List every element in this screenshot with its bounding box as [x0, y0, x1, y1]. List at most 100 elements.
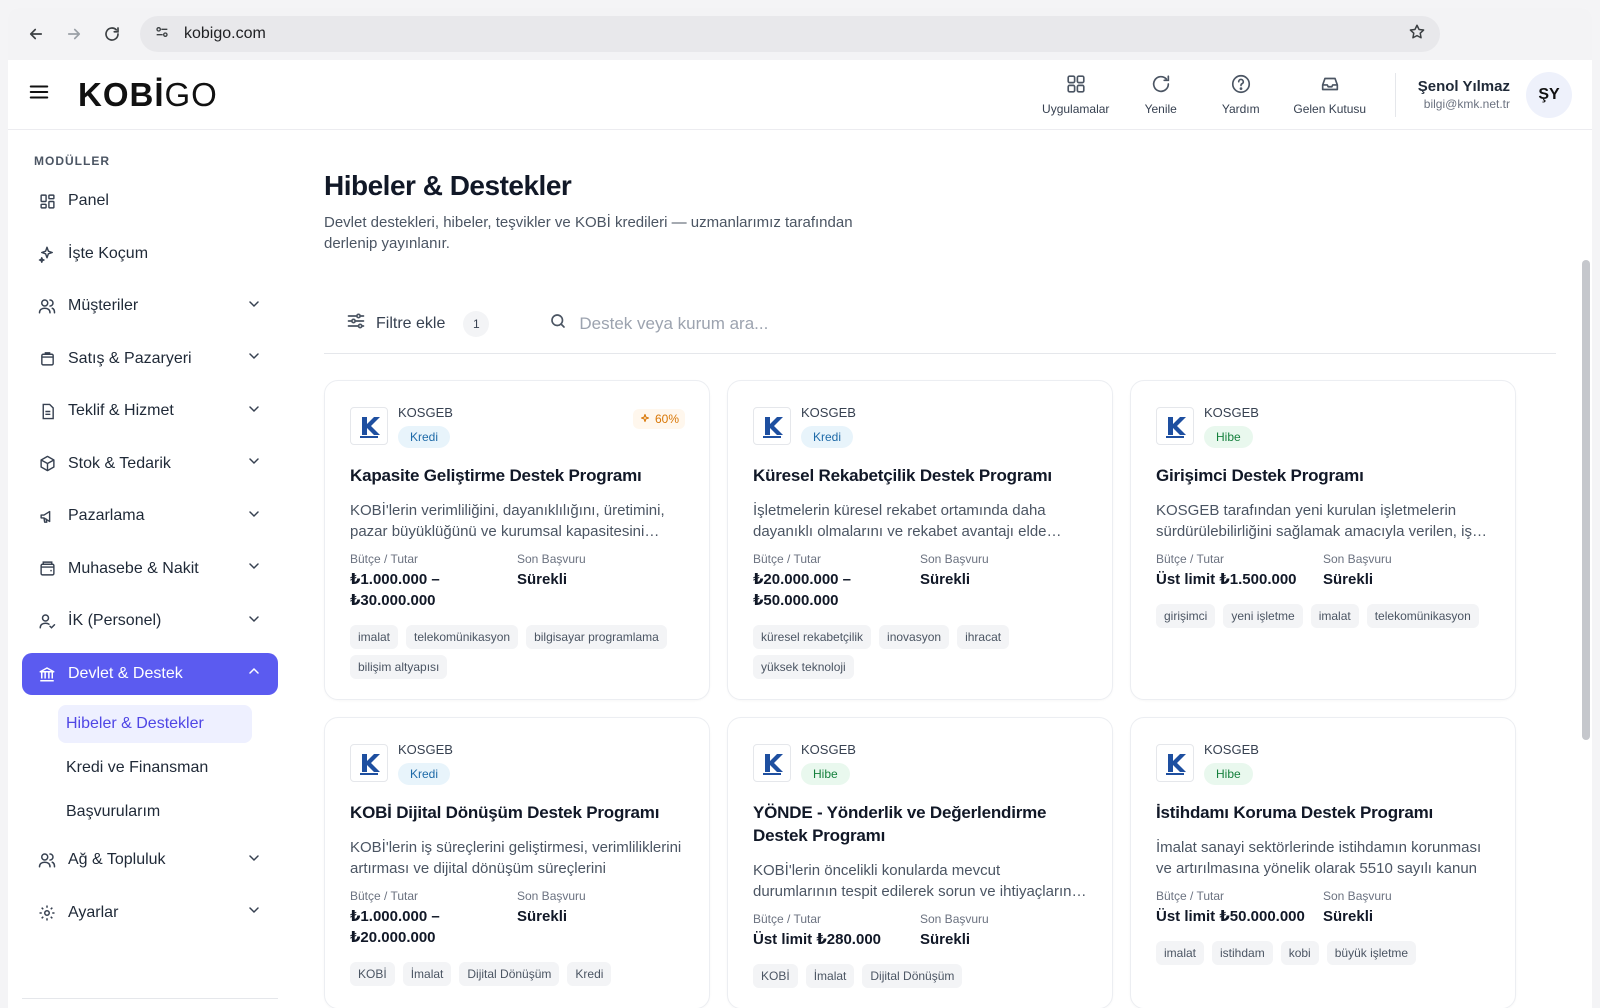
page-scrollbar[interactable] — [1580, 260, 1592, 740]
program-title[interactable]: YÖNDE - Yönderlik ve Değerlendirme Deste… — [753, 801, 1087, 847]
sidebar-item-settings[interactable]: Ayarlar — [22, 892, 278, 934]
reload-icon[interactable] — [96, 18, 128, 50]
tag[interactable]: imalat — [1310, 604, 1359, 628]
chevron-down-icon[interactable] — [246, 850, 262, 871]
program-card[interactable]: KOSGEB Kredi KOBİ Dijital Dönüşüm Destek… — [324, 717, 710, 1008]
program-title[interactable]: KOBİ Dijital Dönüşüm Destek Programı — [350, 801, 684, 824]
program-card[interactable]: KOSGEB Hibe YÖNDE - Yönderlik ve Değerle… — [727, 717, 1113, 1008]
chevron-down-icon[interactable] — [246, 348, 262, 369]
sidebar-item-customers[interactable]: Müşteriler — [22, 285, 278, 327]
tag[interactable]: girişimci — [1156, 604, 1216, 628]
add-filter-button[interactable]: Filtre ekle 1 — [324, 302, 511, 346]
sidebar-item-hr[interactable]: İK (Personel) — [22, 600, 278, 642]
kosgeb-logo-icon — [350, 407, 388, 445]
tag[interactable]: ihracat — [957, 625, 1010, 649]
search-input[interactable] — [579, 313, 1080, 334]
tag[interactable]: Dijital Dönüşüm — [459, 962, 560, 986]
sidebar-item-label: Muhasebe & Nakit — [68, 559, 199, 577]
search-box[interactable] — [535, 302, 1556, 346]
back-icon[interactable] — [20, 18, 52, 50]
sidebar-item-marketing[interactable]: Pazarlama — [22, 495, 278, 537]
tag[interactable]: bilişim altyapısı — [350, 655, 448, 679]
program-description: KOBİ'lerin verimliliğini, dayanıklılığın… — [350, 502, 665, 540]
kosgeb-logo-icon — [753, 407, 791, 445]
url-text[interactable]: kobigo.com — [184, 25, 1394, 43]
megaphone-icon — [38, 507, 56, 525]
tag[interactable]: inovasyon — [879, 625, 950, 649]
tag[interactable]: İmalat — [402, 962, 452, 986]
app-header: KOBİGO Uygulamalar Yenile Yardım Gelen K… — [8, 60, 1592, 130]
sidebar-subitem-grants[interactable]: Hibeler & Destekler — [58, 705, 252, 743]
tag[interactable]: telekomünikasyon — [406, 625, 519, 649]
sidebar-item-sales[interactable]: Satış & Pazaryeri — [22, 338, 278, 380]
box-icon — [38, 455, 56, 473]
chevron-up-icon[interactable] — [246, 663, 262, 684]
tag[interactable]: bilgisayar programlama — [526, 625, 667, 649]
sidebar-item-accounting[interactable]: Muhasebe & Nakit — [22, 548, 278, 590]
sidebar-subitem-applications[interactable]: Başvurularım — [58, 793, 252, 831]
sidebar-heading: MODÜLLER — [34, 154, 110, 168]
sidebar-item-stock[interactable]: Stok & Tedarik — [22, 443, 278, 485]
program-title[interactable]: İstihdamı Koruma Destek Programı — [1156, 801, 1490, 824]
program-card[interactable]: KOSGEB Kredi Küresel Rekabetçilik Destek… — [727, 380, 1113, 700]
tag[interactable]: Kredi — [567, 962, 612, 986]
tag[interactable]: küresel rekabetçilik — [753, 625, 872, 649]
tag[interactable]: yeni işletme — [1223, 604, 1303, 628]
sidebar-subitem-credit[interactable]: Kredi ve Finansman — [58, 749, 252, 787]
dashboard-icon — [38, 192, 56, 210]
scrollbar-thumb[interactable] — [1582, 260, 1590, 740]
tag[interactable]: telekomünikasyon — [1366, 604, 1479, 628]
tag[interactable]: istihdam — [1212, 941, 1273, 965]
program-card[interactable]: KOSGEB Kredi 60% Kapasite Geliştirme Des… — [324, 380, 710, 700]
sidebar-item-panel[interactable]: Panel — [22, 180, 278, 222]
program-card[interactable]: KOSGEB Hibe İstihdamı Koruma Destek Prog… — [1130, 717, 1516, 1008]
avatar[interactable]: ŞY — [1526, 71, 1572, 118]
kobigo-logo[interactable]: KOBİGO — [78, 76, 218, 114]
help-button[interactable]: Yardım — [1201, 73, 1281, 116]
bookmark-star-icon[interactable] — [1408, 23, 1426, 46]
chevron-down-icon[interactable] — [246, 296, 262, 317]
refresh-button[interactable]: Yenile — [1121, 73, 1201, 116]
sidebar-item-network[interactable]: Ağ & Topluluk — [22, 839, 278, 881]
org-name: KOSGEB — [801, 742, 856, 757]
sidebar-item-government[interactable]: Devlet & Destek — [22, 652, 278, 695]
card-header: KOSGEB Hibe — [1156, 405, 1490, 448]
inbox-button[interactable]: Gelen Kutusu — [1281, 73, 1379, 116]
program-description: KOSGEB tarafından yeni kurulan işletmele… — [1156, 502, 1472, 540]
tag[interactable]: KOBİ — [350, 962, 395, 986]
hamburger-menu-icon[interactable] — [28, 81, 50, 108]
chevron-down-icon[interactable] — [246, 506, 262, 527]
chevron-down-icon[interactable] — [246, 902, 262, 923]
chevron-down-icon[interactable] — [246, 453, 262, 474]
inbox-label: Gelen Kutusu — [1293, 102, 1367, 116]
tag[interactable]: büyük işletme — [1326, 941, 1417, 965]
chevron-down-icon[interactable] — [246, 558, 262, 579]
program-card[interactable]: KOSGEB Hibe Girişimci Destek Programı KO… — [1130, 380, 1516, 700]
org-name: KOSGEB — [1204, 742, 1259, 757]
program-description: KOBİ'lerin iş süreçlerini geliştirmesi, … — [350, 839, 682, 877]
tag[interactable]: KOBİ — [753, 964, 798, 988]
gear-icon — [38, 904, 56, 922]
apps-button[interactable]: Uygulamalar — [1031, 73, 1121, 116]
deadline-value: Sürekli — [920, 931, 971, 948]
card-header: KOSGEB Hibe — [753, 742, 1087, 785]
program-title[interactable]: Kapasite Geliştirme Destek Programı — [350, 464, 684, 487]
budget-fact: Bütçe / Tutar ₺1.000.000 – ₺30.000.000 — [350, 552, 517, 611]
forward-icon[interactable] — [58, 18, 90, 50]
program-title[interactable]: Küresel Rekabetçilik Destek Programı — [753, 464, 1087, 487]
site-settings-icon[interactable] — [154, 24, 170, 45]
tag[interactable]: yüksek teknoloji — [753, 655, 854, 679]
sidebar-item-coach[interactable]: İşte Koçum — [22, 233, 278, 275]
tag[interactable]: İmalat — [805, 964, 855, 988]
program-title[interactable]: Girişimci Destek Programı — [1156, 464, 1490, 487]
document-icon — [38, 402, 56, 420]
address-bar[interactable]: kobigo.com — [140, 16, 1440, 52]
tag[interactable]: kobi — [1280, 941, 1319, 965]
sidebar-item-offers[interactable]: Teklif & Hizmet — [22, 390, 278, 432]
tag[interactable]: imalat — [1156, 941, 1205, 965]
tag[interactable]: Dijital Dönüşüm — [862, 964, 963, 988]
chevron-down-icon[interactable] — [246, 611, 262, 632]
tag[interactable]: imalat — [350, 625, 399, 649]
chevron-down-icon[interactable] — [246, 401, 262, 422]
user-info[interactable]: Şenol Yılmaz bilgi@kmk.net.tr — [1418, 78, 1510, 111]
